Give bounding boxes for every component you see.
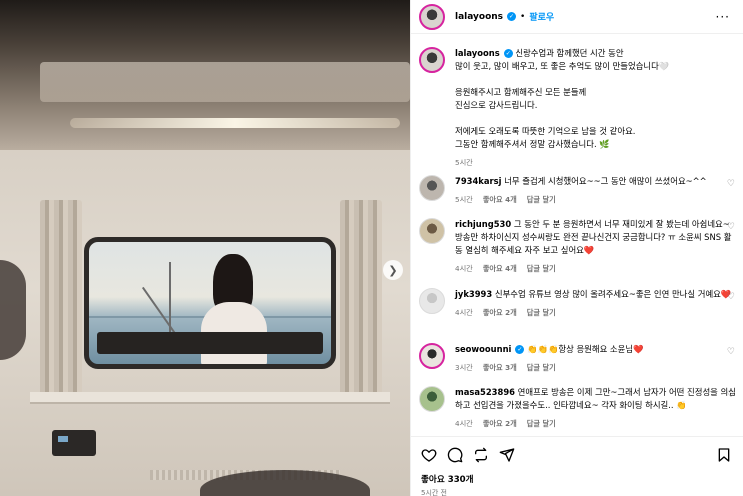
reply-button[interactable]: 답글 달기 (527, 363, 556, 372)
caption-line: 그동안 함께해주셔서 정말 감사했습니다. 🌿 (455, 139, 610, 149)
ceiling-light (70, 118, 400, 128)
comments-scroll[interactable]: lalayoons ✓ 신랑수업과 함께했던 시간 동안 많이 웃고, 많이 배우… (411, 35, 743, 435)
left-curtain (40, 200, 82, 395)
comment-text: 너무 즐겁게 시청했어요~~그 동안 애많이 쓰셨어요~^^ (504, 176, 707, 186)
comment-time: 4시간 (455, 419, 473, 428)
comment-likes[interactable]: 좋아요 3개 (483, 363, 517, 372)
heart-icon[interactable] (421, 447, 437, 463)
caption-username[interactable]: lalayoons (455, 48, 500, 58)
post-side-panel: lalayoons ✓ • 팔로우 ··· lalayoons ✓ 신랑수업과 함… (410, 0, 743, 496)
comment-username[interactable]: seowoounni (455, 344, 511, 354)
comment-time: 4시간 (455, 308, 473, 317)
comment-item: jyk3993 신부수업 유튜브 영상 많이 올려주세요~좋은 인연 만나실 거… (419, 288, 737, 319)
likes-count[interactable]: 좋아요 330개 (421, 473, 474, 485)
avatar[interactable] (419, 386, 445, 412)
heart-icon[interactable]: ♡ (727, 222, 735, 232)
avatar[interactable] (419, 288, 445, 314)
verified-badge-icon: ✓ (515, 345, 525, 354)
verified-badge-icon: ✓ (507, 12, 517, 21)
reply-button[interactable]: 답글 달기 (527, 195, 556, 204)
control-panel (52, 430, 96, 456)
heart-icon[interactable]: ♡ (727, 347, 735, 357)
comment-username[interactable]: masa523896 (455, 387, 515, 397)
bookmark-icon[interactable] (716, 447, 732, 463)
post-header: lalayoons ✓ • 팔로우 ··· (411, 0, 743, 34)
comment-item: seowoounni ✓ 👏👏👏항상 응원해요 소윤님❤️ 3시간 좋아요 3개 답글… (419, 343, 737, 374)
right-curtain (340, 200, 382, 395)
heart-icon[interactable]: ♡ (727, 292, 735, 302)
heart-icon[interactable]: ♡ (727, 390, 735, 400)
comment-likes[interactable]: 좋아요 2개 (483, 308, 517, 317)
caption-line: 신랑수업과 함께했던 시간 동안 (515, 48, 624, 58)
comment-item: richjung530 그 동안 두 분 응원하면서 너무 재미있게 잘 봤는데… (419, 218, 737, 275)
comment-time: 5시간 (455, 195, 473, 204)
caption-line: 응원해주시고 함께해주신 모든 분들께 (455, 87, 587, 97)
avatar[interactable] (419, 3, 445, 30)
more-options-icon[interactable]: ··· (716, 10, 730, 24)
follow-button[interactable]: 팔로우 (529, 10, 554, 23)
caption-line: 저에게도 오래도록 따뜻한 기억으로 남을 것 같아요. (455, 126, 636, 136)
avatar[interactable] (419, 343, 445, 369)
comment-time: 4시간 (455, 264, 473, 273)
comment-text: 👏👏👏항상 응원해요 소윤님❤️ (527, 344, 644, 354)
comment-text: 신부수업 유튜브 영상 많이 올려주세요~좋은 인연 만나실 거예요❤️ (494, 289, 732, 299)
comment-likes[interactable]: 좋아요 2개 (483, 419, 517, 428)
caption: lalayoons ✓ 신랑수업과 함께했던 시간 동안 많이 웃고, 많이 배우… (419, 47, 737, 169)
post-actions: 좋아요 330개 5시간 전 (411, 436, 743, 496)
comment-item: 7934karsj 너무 즐겁게 시청했어요~~그 동안 애많이 쓰셨어요~^^… (419, 175, 737, 206)
reply-button[interactable]: 답글 달기 (527, 308, 556, 317)
reply-button[interactable]: 답글 달기 (527, 419, 556, 428)
cabin-window (84, 237, 336, 369)
comment-likes[interactable]: 좋아요 4개 (483, 195, 517, 204)
comment-time: 3시간 (455, 363, 473, 372)
verified-badge-icon: ✓ (503, 49, 513, 58)
heart-icon[interactable]: ♡ (727, 179, 735, 189)
next-image-button[interactable]: ❯ (383, 260, 403, 280)
avatar[interactable] (419, 175, 445, 201)
repost-icon[interactable] (473, 447, 489, 463)
avatar[interactable] (419, 218, 445, 244)
comment-username[interactable]: 7934karsj (455, 176, 502, 186)
post-username[interactable]: lalayoons (455, 12, 503, 22)
reply-button[interactable]: 답글 달기 (527, 264, 556, 273)
comment-username[interactable]: jyk3993 (455, 289, 492, 299)
caption-line: 진심으로 감사드립니다. (455, 100, 538, 110)
chevron-right-icon: ❯ (388, 263, 398, 277)
comment-username[interactable]: richjung530 (455, 219, 511, 229)
caption-time: 5시간 (455, 158, 473, 167)
post-time: 5시간 전 (421, 489, 447, 496)
comment-icon[interactable] (447, 447, 463, 463)
avatar[interactable] (419, 47, 445, 73)
comment-likes[interactable]: 좋아요 4개 (483, 264, 517, 273)
comment-item: masa523896 연애프로 방송은 이제 그만~그래서 남자가 어떤 진정성… (419, 386, 737, 430)
post-photo: ❯ (0, 0, 410, 496)
share-icon[interactable] (499, 447, 515, 463)
caption-line: 많이 웃고, 많이 배우고, 또 좋은 추억도 많이 만들었습니다🤍 (455, 61, 670, 71)
